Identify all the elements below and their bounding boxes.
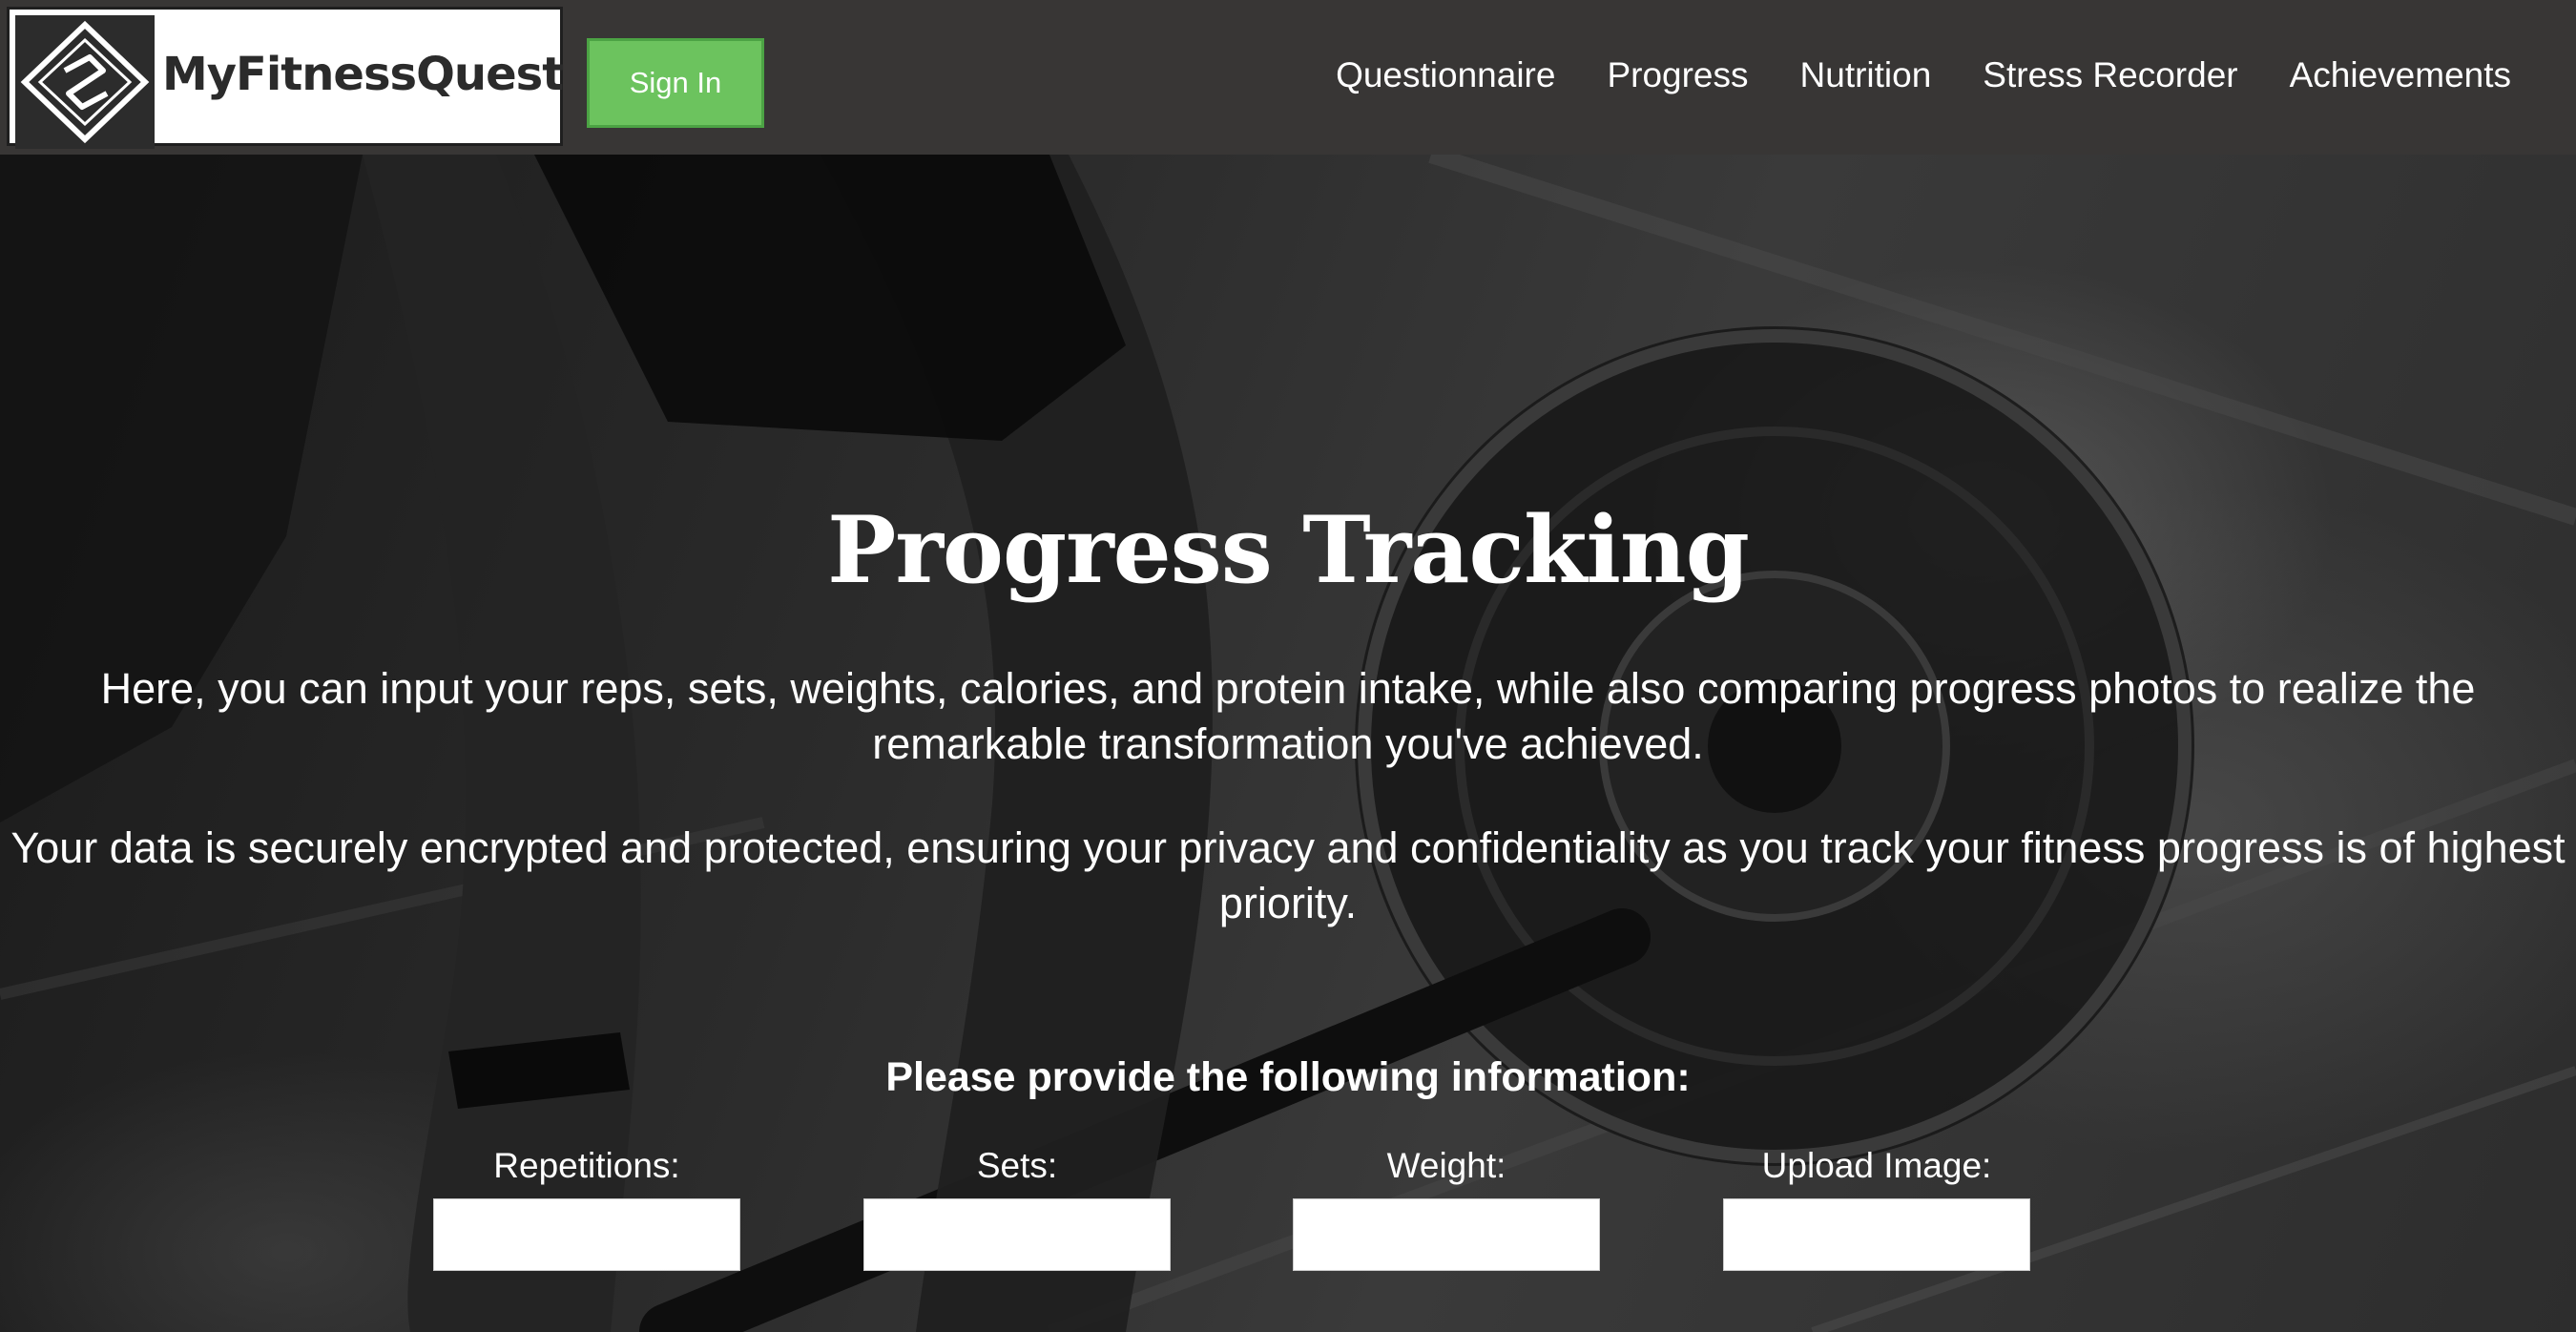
sets-field: Sets:: [863, 1143, 1171, 1271]
repetitions-label: Repetitions:: [493, 1146, 680, 1185]
logo-text: MyFitnessQuest: [162, 48, 564, 101]
sign-in-button[interactable]: Sign In: [587, 38, 764, 128]
logo-diamond-icon: [15, 15, 155, 149]
repetitions-input[interactable]: [433, 1198, 740, 1271]
weight-field: Weight:: [1293, 1143, 1600, 1271]
intro-paragraph: Here, you can input your reps, sets, wei…: [100, 664, 2476, 768]
weight-label: Weight:: [1386, 1146, 1506, 1185]
brand-logo[interactable]: MyFitnessQuest: [7, 7, 564, 149]
sets-input[interactable]: [863, 1198, 1171, 1271]
upload-image-input[interactable]: [1723, 1198, 2030, 1271]
weight-input[interactable]: [1293, 1198, 1600, 1271]
repetitions-field: Repetitions:: [433, 1143, 740, 1271]
nav-item-nutrition[interactable]: Nutrition: [1800, 55, 1932, 95]
nav-item-stress-recorder[interactable]: Stress Recorder: [1983, 55, 2237, 95]
privacy-paragraph: Your data is securely encrypted and prot…: [10, 823, 2566, 927]
page-title: Progress Tracking: [827, 496, 1750, 604]
nav-item-achievements[interactable]: Achievements: [2290, 55, 2511, 95]
sets-label: Sets:: [976, 1146, 1058, 1185]
upload-image-field: Upload Image:: [1723, 1143, 2030, 1271]
top-navigation-bar: MyFitnessQuest Sign In Questionnaire Pro…: [0, 0, 2576, 155]
upload-image-label: Upload Image:: [1761, 1146, 1992, 1185]
nav-item-questionnaire[interactable]: Questionnaire: [1336, 55, 1555, 95]
nav-item-progress[interactable]: Progress: [1607, 55, 1748, 95]
main-nav: Questionnaire Progress Nutrition Stress …: [1336, 55, 2511, 95]
form-prompt: Please provide the following information…: [885, 1054, 1691, 1100]
